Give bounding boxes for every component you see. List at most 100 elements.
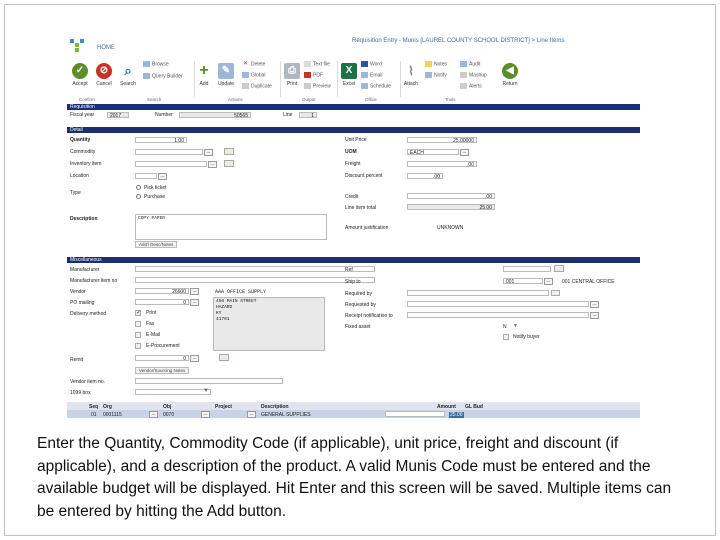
munis-screenshot: HOME Requisition Entry - Munis [LAUREL C… (67, 33, 640, 421)
remit-field[interactable]: 0 (135, 355, 189, 361)
delete-button[interactable]: ✕ Delete (242, 61, 265, 67)
remit-info-icon[interactable] (219, 354, 229, 361)
word-button[interactable]: Word (361, 61, 382, 67)
browse-button[interactable]: Browse (143, 61, 169, 67)
row-obj[interactable]: 0070 (163, 412, 174, 418)
notify-button[interactable]: Notify (425, 72, 447, 78)
ref-label: Ref (345, 267, 353, 273)
add-button[interactable]: + Add (195, 62, 213, 88)
po-mailing-lookup-button[interactable]: ... (190, 299, 199, 306)
inventory-item-field[interactable] (135, 161, 207, 167)
delivery-fax-checkbox[interactable] (135, 321, 141, 327)
vendor-address: 456 MAIN STREET HAZARD KY 41701 (213, 297, 325, 351)
line-total-field: 25.00 (407, 204, 495, 210)
receipt-notification-field[interactable] (407, 312, 589, 318)
accept-button[interactable]: ✓ Accept (69, 63, 91, 87)
unit-price-field[interactable]: 25.00000 (407, 137, 477, 143)
home-tab[interactable]: HOME (97, 45, 115, 51)
number-field[interactable]: 50565 (179, 112, 251, 118)
audit-button[interactable]: Audit (460, 61, 480, 67)
project-lookup-button[interactable]: ... (247, 411, 256, 418)
group-label-confirm: Confirm (79, 97, 95, 102)
window-title: Requisition Entry - Munis [LAUREL COUNTY… (352, 38, 565, 44)
schedule-button[interactable]: Schedule (361, 83, 391, 89)
duplicate-button[interactable]: Duplicate (242, 83, 272, 89)
org-lookup-button[interactable]: ... (149, 411, 158, 418)
ship-to-lookup-button[interactable]: ... (544, 278, 553, 285)
quantity-field[interactable]: 1.00 (135, 137, 187, 143)
row-amount-field[interactable] (385, 411, 445, 417)
schedule-icon (361, 83, 368, 89)
ship-to-field[interactable]: 001 (503, 278, 543, 284)
fixed-asset-value[interactable]: N (503, 324, 507, 330)
delivery-print-checkbox[interactable]: ✓ (135, 310, 141, 316)
print-button[interactable]: ⎙ Print (282, 63, 302, 87)
required-by-label: Required by (345, 291, 372, 297)
mashup-button[interactable]: Mashup (460, 72, 487, 78)
credit-field[interactable]: .00 (407, 193, 495, 199)
notify-buyer-checkbox[interactable] (503, 334, 509, 340)
ref-field[interactable] (503, 266, 551, 272)
query-builder-button[interactable]: Query Builder (143, 73, 183, 79)
1099-box-field[interactable] (135, 389, 211, 395)
title-bar: HOME Requisition Entry - Munis [LAUREL C… (67, 33, 640, 57)
required-by-field[interactable] (407, 290, 549, 296)
update-button[interactable]: ✎ Update (215, 63, 237, 87)
inventory-lookup-button[interactable]: ... (208, 161, 217, 168)
requested-by-lookup-button[interactable]: ... (590, 301, 599, 308)
discount-percent-field[interactable]: .00 (407, 173, 443, 179)
delivery-email-checkbox[interactable] (135, 332, 141, 338)
manufacturer-field[interactable] (135, 266, 375, 272)
location-field[interactable] (135, 173, 157, 179)
type-purchase-radio[interactable] (136, 194, 141, 199)
location-lookup-button[interactable]: ... (158, 173, 167, 180)
preview-button[interactable]: Preview (304, 83, 331, 89)
amount-justification-value: UNKNOWN (437, 225, 464, 231)
uom-lookup-button[interactable]: ... (460, 149, 469, 156)
commodity-lookup-button[interactable]: ... (204, 149, 213, 156)
description-field[interactable]: COPY PAPER (135, 214, 327, 240)
fixed-asset-dropdown-icon[interactable]: ▼ (513, 323, 518, 329)
inventory-info-icon[interactable] (224, 160, 234, 167)
requested-by-field[interactable] (407, 301, 589, 307)
notes-button[interactable]: Notes (425, 61, 447, 67)
text-file-button[interactable]: Text file (304, 61, 330, 67)
pdf-button[interactable]: PDF (304, 72, 323, 78)
line-label: Line (283, 112, 293, 118)
plus-icon: + (199, 62, 209, 79)
vendor-field[interactable]: 26600 (135, 288, 189, 294)
return-button[interactable]: ◀ Return (499, 63, 521, 87)
commodity-field[interactable] (135, 149, 203, 155)
excel-button[interactable]: X Excel (339, 63, 359, 87)
uom-field[interactable]: EACH (407, 149, 459, 155)
obj-lookup-button[interactable]: ... (201, 411, 210, 418)
calendar-icon[interactable] (551, 290, 560, 296)
receipt-notification-lookup-button[interactable]: ... (590, 312, 599, 319)
commodity-info-icon[interactable] (224, 148, 234, 155)
email-button[interactable]: Email (361, 72, 383, 78)
delivery-eprocurement-checkbox[interactable] (135, 343, 141, 349)
line-field[interactable]: 1 (299, 112, 317, 118)
search-button[interactable]: ⌕ Search (117, 63, 139, 87)
fiscal-year-field[interactable]: 2017 (107, 112, 129, 118)
1099-dropdown-icon[interactable]: ▼ (203, 388, 209, 394)
vendor-item-field[interactable] (135, 378, 283, 384)
global-button[interactable]: Global (242, 72, 265, 78)
cancel-button[interactable]: ⊘ Cancel (93, 63, 115, 87)
type-pick-ticket-radio[interactable] (136, 185, 141, 190)
manufacturer-label: Manufacturer (70, 267, 100, 273)
row-org[interactable]: 0001115 (103, 412, 122, 418)
vendor-sourcing-notes-label: Vendor/Sourcing Notes (139, 368, 186, 373)
ref-info-icon[interactable] (554, 265, 564, 272)
receipt-notification-label: Receipt notification to (345, 313, 393, 319)
add-desc-notes-button[interactable]: Add'l Desc/Notes (135, 241, 178, 248)
attach-button[interactable]: ⌇ Attach (401, 63, 421, 87)
remit-lookup-button[interactable]: ... (190, 355, 199, 362)
alerts-button[interactable]: Alerts (460, 83, 482, 89)
vendor-lookup-button[interactable]: ... (190, 288, 199, 295)
freight-field[interactable]: .00 (407, 161, 477, 167)
po-mailing-field[interactable]: 0 (135, 299, 189, 305)
vendor-name: AAA OFFICE SUPPLY (215, 289, 267, 295)
vendor-sourcing-notes-button[interactable]: Vendor/Sourcing Notes (135, 367, 190, 374)
manufacturer-item-field[interactable] (135, 277, 375, 283)
